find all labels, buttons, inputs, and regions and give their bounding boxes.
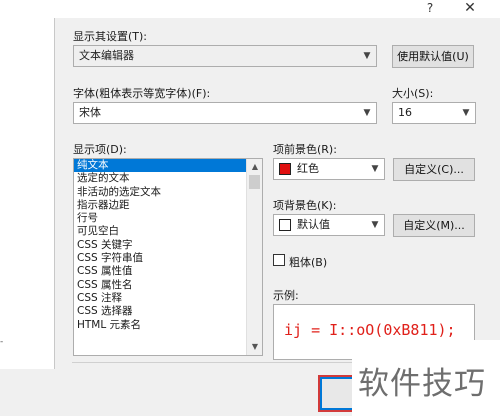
background-label: 项背景色(K): [273,199,337,212]
bold-checkbox[interactable] [273,254,285,266]
scroll-up-icon[interactable]: ▲ [247,159,262,175]
list-item[interactable]: 指示器边距 [74,199,246,212]
list-item[interactable]: CSS 选择器 [74,305,246,318]
size-dropdown[interactable]: 16 ▼ [392,102,476,124]
display-items-label: 显示项(D): [73,143,127,156]
background-color-dropdown[interactable]: 默认值 ▼ [273,214,385,236]
custom-foreground-button[interactable]: 自定义(C)... [393,158,475,181]
list-item[interactable]: 纯文本 [74,159,246,173]
list-item[interactable]: HTML 元素名 [74,319,246,332]
size-label: 大小(S): [392,87,434,100]
background-value: 默认值 [297,218,330,231]
chevron-down-icon: ▼ [363,51,371,61]
chevron-down-icon: ▼ [371,220,379,230]
watermark-text: 软件技巧 [358,366,486,402]
list-item[interactable]: CSS 字符串值 [74,252,246,265]
foreground-color-dropdown[interactable]: 红色 ▼ [273,158,385,180]
list-item[interactable]: 非活动的选定文本 [74,186,246,199]
list-item[interactable]: CSS 关键字 [74,239,246,252]
display-items-list[interactable]: 纯文本 选定的文本 非活动的选定文本 指示器边距 行号 可见空白 CSS 关键字 CSS 字符… [73,158,263,356]
chevron-down-icon: ▼ [371,164,379,174]
size-value: 16 [398,106,412,119]
scroll-down-icon[interactable]: ▼ [247,339,262,355]
display-settings-label: 显示其设置(T): [73,30,148,43]
list-item[interactable]: 行号 [74,212,246,225]
list-item[interactable]: 选定的文本 [74,172,246,185]
watermark: 软件技巧 [352,340,500,416]
help-button[interactable]: ? [416,0,444,18]
foreground-label: 项前景色(R): [273,143,337,156]
use-defaults-button[interactable]: 使用默认值(U) [392,45,474,68]
color-swatch [279,163,291,175]
list-item[interactable]: CSS 属性名 [74,279,246,292]
settings-tree-panel[interactable]: - [0,18,55,369]
display-settings-value: 文本编辑器 [79,49,134,62]
list-item[interactable]: CSS 注释 [74,292,246,305]
foreground-value: 红色 [297,162,319,175]
title-bar: ? ✕ [0,0,500,18]
ok-button[interactable] [318,375,356,412]
scroll-thumb[interactable] [249,175,260,189]
display-settings-dropdown[interactable]: 文本编辑器 ▼ [73,45,377,67]
font-label: 字体(粗体表示等宽字体)(F): [73,87,211,100]
bold-label: 粗体(B) [289,256,328,269]
chevron-down-icon: ▼ [363,108,371,118]
custom-background-button[interactable]: 自定义(M)... [393,214,475,237]
list-item[interactable]: 可见空白 [74,225,246,238]
list-item[interactable]: CSS 属性值 [74,265,246,278]
chevron-down-icon: ▼ [462,108,470,118]
sample-label: 示例: [273,289,299,302]
font-value: 宋体 [79,106,101,119]
font-dropdown[interactable]: 宋体 ▼ [73,102,377,124]
close-button[interactable]: ✕ [456,0,484,18]
tree-edge-mark: - [0,337,4,347]
color-swatch [279,219,291,231]
sample-text: ij = I::oO(0xB811); [284,321,456,339]
list-scrollbar[interactable]: ▲ ▼ [246,159,262,355]
